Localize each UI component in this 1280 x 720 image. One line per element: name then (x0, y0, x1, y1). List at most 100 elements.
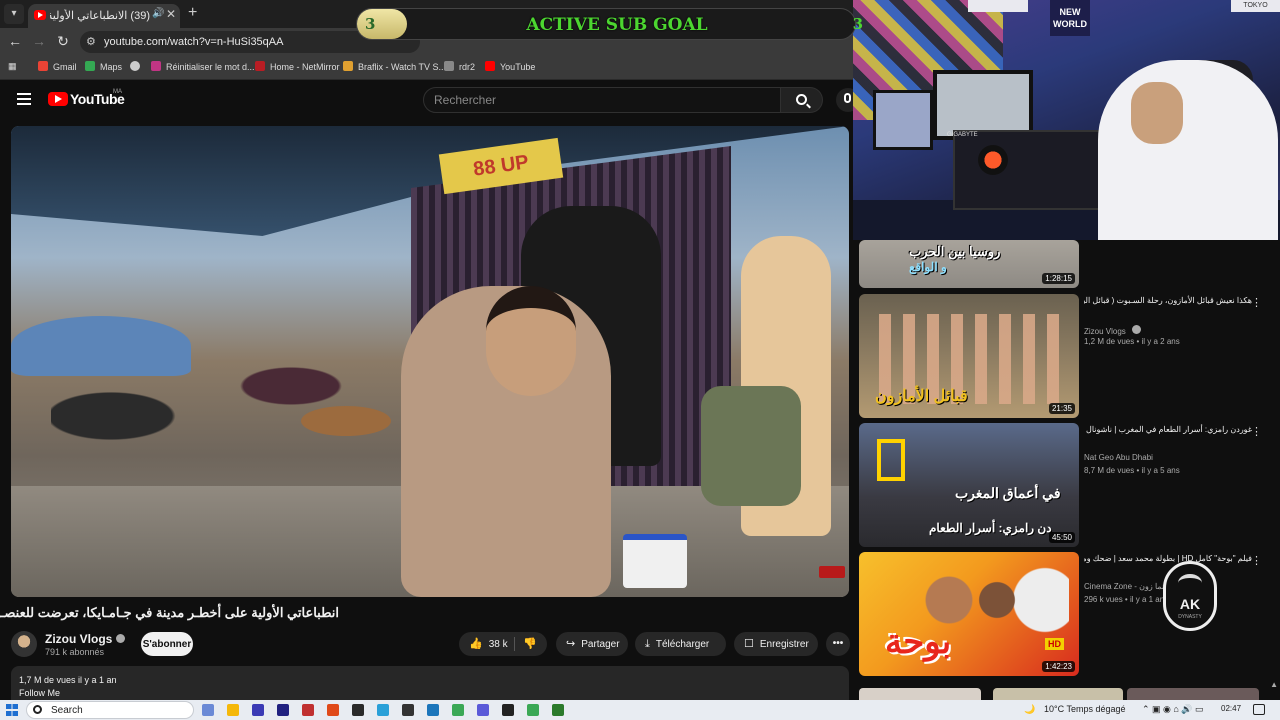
clock[interactable]: 02:47 (1221, 704, 1241, 713)
taskbar-app-icon[interactable] (352, 704, 364, 716)
taskbar-app-icon[interactable] (302, 704, 314, 716)
youtube-favicon-icon (34, 10, 46, 20)
apps-grid-icon[interactable]: ▦ (8, 61, 17, 72)
subscriber-count: 791 k abonnés (45, 647, 105, 657)
youtube-logo-icon[interactable] (48, 92, 68, 106)
region-code: MA (113, 89, 122, 95)
tab-search-button[interactable]: ▾ (4, 4, 24, 24)
taskbar-app-icon[interactable] (427, 704, 439, 716)
recommendation-thumbnail-2[interactable]: قبائل الأمازون 21:35 (859, 294, 1079, 418)
next-row-thumbnails (853, 688, 1280, 700)
taskbar-app-icon[interactable] (277, 704, 289, 716)
taskbar-app-icon[interactable] (252, 704, 264, 716)
video-duration: 21:35 (1048, 403, 1075, 414)
description-box[interactable]: 1,7 M de vues il y a 1 an Follow Me (11, 666, 849, 700)
tab-title: (39) الانطباعاتي الأولية على أخ... (50, 10, 150, 22)
webcam-brand-label: GIGABYTE (947, 132, 978, 138)
bookmark-youtube[interactable]: YouTube (485, 61, 535, 72)
gmail-icon (38, 61, 48, 71)
recommendation-title[interactable]: هكذا نعيش قبائل الأمازون، رحلة السـبوت (… (1084, 295, 1252, 306)
taskbar-app-icon[interactable] (452, 704, 464, 716)
windows-start-icon[interactable] (6, 704, 18, 716)
browser-tab-youtube[interactable]: (39) الانطباعاتي الأولية على أخ... 🔊 ✕ (28, 4, 180, 28)
thumbnail-text: قبائل الأمازون (875, 388, 968, 405)
taskbar-app-icon[interactable] (377, 704, 389, 716)
bookmark-globe[interactable] (130, 61, 145, 72)
more-options-icon[interactable]: ⋮ (1251, 556, 1262, 567)
more-options-icon[interactable]: ⋮ (1251, 427, 1262, 438)
streamer-webcam: NEW WORLD TOKYO GIGABYTE (853, 0, 1280, 240)
reload-icon[interactable]: ↻ (54, 33, 72, 50)
chip-thumbnail[interactable] (1127, 688, 1259, 700)
chip-thumbnail[interactable] (993, 688, 1123, 700)
like-dislike-group: 👍 38 k 👎 (459, 632, 547, 656)
taskbar-app-icon[interactable] (202, 704, 214, 716)
weather-icon[interactable]: 🌙 (1024, 704, 1035, 715)
thumbs-up-icon[interactable]: 👍 (469, 632, 483, 656)
recommendation-channel[interactable]: Zizou Vlogs (1084, 325, 1142, 336)
recommendation-thumbnail-3[interactable]: في أعماق المغرب دن رامزي: أسرار الطعام 4… (859, 423, 1079, 547)
recommendation-thumbnail-1[interactable]: روسيا بين الحرب و الواقع 1:28:15 (859, 240, 1079, 288)
taskbar-app-icon[interactable] (527, 704, 539, 716)
share-button[interactable]: ↪ Partager (556, 632, 628, 656)
verified-badge-icon (116, 634, 126, 643)
back-arrow-icon[interactable]: ← (6, 33, 24, 49)
more-options-icon[interactable]: ⋮ (1251, 298, 1262, 309)
bookmark-braflix[interactable]: Braflix - Watch TV S... (343, 61, 446, 72)
bookmark-rdr2[interactable]: rdr2 (444, 61, 475, 72)
video-duration: 1:42:23 (1042, 661, 1075, 672)
search-input[interactable] (434, 93, 764, 107)
new-tab-button[interactable]: + (188, 4, 197, 22)
video-duration: 1:28:15 (1042, 273, 1075, 284)
bookmark-maps[interactable]: Maps (85, 61, 122, 72)
description-text: Follow Me (19, 688, 61, 698)
menu-icon[interactable] (17, 93, 31, 105)
search-button[interactable] (781, 87, 823, 113)
microphone-icon (844, 93, 851, 103)
video-scene-presenter-head (486, 286, 576, 396)
bookmark-netmirror[interactable]: Home - NetMirror (255, 61, 340, 72)
recommendation-channel[interactable]: Cinema Zone - سينما زون (1084, 582, 1174, 591)
taskbar-app-icon[interactable] (552, 704, 564, 716)
like-count[interactable]: 38 k (489, 639, 508, 650)
site-info-icon[interactable]: ⚙ (86, 35, 96, 48)
webcam-new-world-poster: NEW WORLD (1050, 0, 1090, 36)
close-tab-icon[interactable]: ✕ (166, 7, 176, 21)
notifications-icon[interactable] (1253, 704, 1265, 715)
taskbar-app-icon[interactable] (402, 704, 414, 716)
thumbnail-text: دن رامزي: أسرار الطعام (929, 521, 1052, 535)
recommendation-thumbnail-4[interactable]: بوحة HD 1:42:23 (859, 552, 1079, 676)
more-actions-button[interactable]: ••• (826, 632, 850, 656)
tray-icons[interactable]: ⌃ ▣ ◉ ⌂ 🔊 ▭ (1142, 704, 1204, 715)
sub-goal-target: 3 (852, 15, 863, 33)
taskbar-app-icon[interactable] (227, 704, 239, 716)
video-scene-crowd (51, 326, 351, 476)
search-icon (33, 705, 42, 714)
weather-text[interactable]: 10°C Temps dégagé (1044, 704, 1126, 714)
speaker-icon[interactable]: 🔊 (152, 8, 164, 19)
recommendation-meta: 296 k vues • il y a 1 an (1084, 595, 1165, 604)
channel-name[interactable]: Zizou Vlogs (45, 632, 126, 646)
chip-thumbnail[interactable] (859, 688, 981, 700)
recommendation-meta: 8,7 M de vues • il y a 5 ans (1084, 466, 1180, 475)
forward-arrow-icon[interactable]: → (30, 33, 48, 49)
scroll-arrow-icon[interactable]: ▲ (1270, 680, 1278, 689)
rdr2-icon (444, 61, 454, 71)
taskbar-app-icon[interactable] (477, 704, 489, 716)
bookmark-instagram[interactable]: Réinitialiser le mot d... (151, 61, 255, 72)
recommendation-title[interactable]: فيلم "بوحة" كامل HD | بطولة محمد سعد | ض… (1084, 553, 1252, 564)
taskbar-app-icon[interactable] (327, 704, 339, 716)
video-player[interactable]: 88 UP (11, 126, 849, 597)
thumbs-down-icon[interactable]: 👎 (523, 632, 537, 656)
taskbar-search[interactable]: Search (26, 701, 194, 719)
recommendation-title[interactable]: غوردن رامزي: أسرار الطعام في المغرب | نا… (1084, 424, 1252, 435)
youtube-header: YouTube MA (0, 80, 860, 120)
video-title: انطباعاتي الأولية على أخطـر مدينة في جـا… (0, 605, 339, 620)
subscribe-button[interactable]: S'abonner (141, 632, 193, 656)
bookmark-gmail[interactable]: Gmail (38, 61, 77, 72)
download-button[interactable]: ⤓ Télécharger (635, 632, 726, 656)
taskbar-app-icon[interactable] (502, 704, 514, 716)
recommendation-channel[interactable]: Nat Geo Abu Dhabi (1084, 453, 1153, 462)
channel-avatar[interactable] (11, 631, 37, 657)
save-button[interactable]: ☐ Enregistrer (734, 632, 818, 656)
